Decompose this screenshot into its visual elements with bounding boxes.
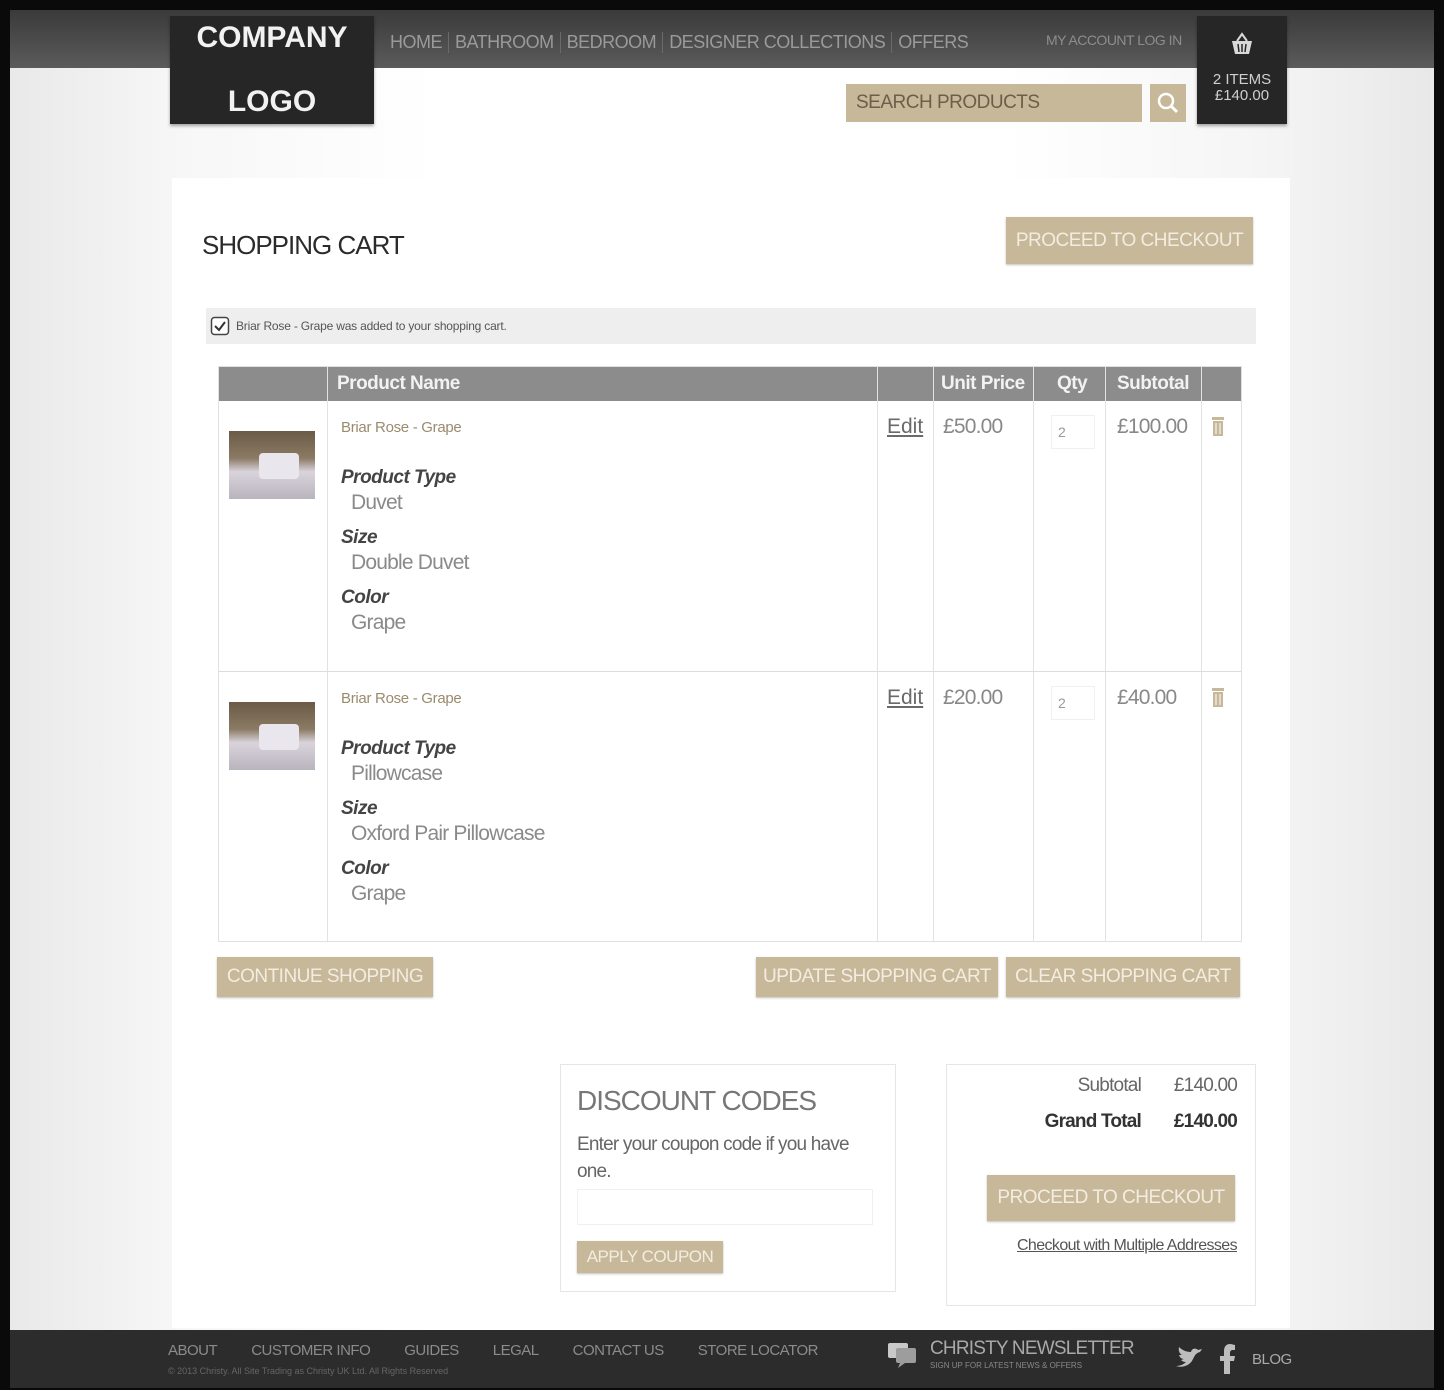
option-label: Product Type	[341, 467, 456, 488]
edit-item-link[interactable]: Edit	[887, 415, 923, 439]
grand-total-value: £140.00	[1173, 1111, 1238, 1132]
logo-line-2: LOGO	[227, 85, 317, 118]
nav-bathroom[interactable]: BATHROOM	[449, 32, 561, 53]
qty-input[interactable]	[1051, 686, 1095, 720]
newsletter-signup[interactable]: CHRISTY NEWSLETTER SIGN UP FOR LATEST NE…	[886, 1338, 1135, 1370]
option-label: Size	[341, 798, 378, 819]
unit-price: £20.00	[943, 686, 1003, 709]
column-qty: Qty	[1057, 373, 1088, 394]
blog-link[interactable]: BLOG	[1252, 1351, 1292, 1368]
facebook-icon[interactable]	[1220, 1344, 1236, 1374]
column-unit-price: Unit Price	[941, 373, 1025, 394]
discount-description: Enter your coupon code if you have one.	[577, 1134, 850, 1182]
table-row: Briar Rose - Grape Product Type Pillowca…	[219, 672, 1241, 940]
success-message: Briar Rose - Grape was added to your sho…	[206, 308, 1256, 344]
column-subtotal: Subtotal	[1117, 373, 1190, 394]
clear-cart-button[interactable]: CLEAR SHOPPING CART	[1006, 957, 1240, 997]
option-label: Product Type	[341, 738, 456, 759]
twitter-icon[interactable]	[1174, 1347, 1204, 1371]
subtotal-value: £140.00	[1173, 1075, 1238, 1096]
apply-coupon-button[interactable]: APPLY COUPON	[577, 1241, 723, 1273]
company-logo[interactable]: COMPANY LOGO	[170, 16, 374, 124]
footer: ABOUT CUSTOMER INFO GUIDES LEGAL CONTACT…	[10, 1330, 1434, 1388]
option-value: Pillowcase	[351, 762, 443, 785]
discount-title: DISCOUNT CODES	[577, 1085, 817, 1116]
nav-designer-collections[interactable]: DESIGNER COLLECTIONS	[663, 32, 893, 53]
product-name-link[interactable]: Briar Rose - Grape	[341, 690, 462, 707]
cart-total: £140.00	[1214, 87, 1270, 104]
proceed-to-checkout-button[interactable]: PROCEED TO CHECKOUT	[1006, 217, 1253, 264]
coupon-code-input[interactable]	[577, 1189, 873, 1225]
nav-home[interactable]: HOME	[384, 32, 449, 53]
nav-offers[interactable]: OFFERS	[892, 32, 974, 53]
social-links: BLOG	[1174, 1344, 1292, 1374]
search-input[interactable]	[846, 84, 1142, 122]
update-cart-button[interactable]: UPDATE SHOPPING CART	[756, 957, 998, 997]
row-subtotal: £40.00	[1117, 686, 1177, 709]
option-value: Grape	[351, 882, 406, 905]
cart-table-header: Product Name Unit Price Qty Subtotal	[219, 367, 1241, 401]
footer-link-legal[interactable]: LEGAL	[493, 1342, 539, 1359]
check-icon	[210, 316, 230, 336]
page-title: SHOPPING CART	[202, 230, 405, 260]
success-message-text: Briar Rose - Grape was added to your sho…	[236, 319, 507, 333]
proceed-to-checkout-button-bottom[interactable]: PROCEED TO CHECKOUT	[987, 1175, 1235, 1221]
subtotal-label: Subtotal	[1077, 1075, 1142, 1096]
cart-table: Product Name Unit Price Qty Subtotal Bri…	[218, 366, 1242, 942]
cart-totals-box: Subtotal £140.00 Grand Total £140.00 PRO…	[946, 1064, 1256, 1306]
trash-icon[interactable]	[1211, 415, 1225, 437]
main-nav: HOME BATHROOM BEDROOM DESIGNER COLLECTIO…	[384, 32, 974, 53]
unit-price: £50.00	[943, 415, 1003, 438]
product-name-link[interactable]: Briar Rose - Grape	[341, 419, 462, 436]
table-row: Briar Rose - Grape Product Type Duvet Si…	[219, 401, 1241, 671]
footer-link-about[interactable]: ABOUT	[168, 1342, 218, 1359]
footer-nav: ABOUT CUSTOMER INFO GUIDES LEGAL CONTACT…	[168, 1342, 818, 1359]
trash-icon[interactable]	[1211, 686, 1225, 708]
option-value: Oxford Pair Pillowcase	[351, 822, 545, 845]
option-value: Duvet	[351, 491, 403, 514]
qty-input[interactable]	[1051, 415, 1095, 449]
newsletter-subtitle: SIGN UP FOR LATEST NEWS & OFFERS	[930, 1361, 1083, 1370]
chat-icon	[888, 1343, 916, 1368]
footer-link-store-locator[interactable]: STORE LOCATOR	[698, 1342, 819, 1359]
grand-total-label: Grand Total	[1044, 1111, 1142, 1132]
logo-line-1: COMPANY	[196, 21, 348, 54]
nav-bedroom[interactable]: BEDROOM	[561, 32, 664, 53]
account-login-link[interactable]: MY ACCOUNT LOG IN	[1046, 32, 1182, 48]
basket-icon	[1232, 32, 1252, 54]
cart-item-count: 2 ITEMS	[1212, 71, 1272, 88]
copyright-text: © 2013 Christy. All Site Trading as Chri…	[168, 1366, 449, 1376]
option-value: Double Duvet	[351, 551, 469, 574]
footer-link-contact-us[interactable]: CONTACT US	[573, 1342, 665, 1359]
newsletter-title: CHRISTY NEWSLETTER	[930, 1338, 1135, 1359]
search-button[interactable]	[1150, 84, 1186, 122]
option-label: Size	[341, 527, 378, 548]
checkout-multiple-addresses-link[interactable]: Checkout with Multiple Addresses	[1017, 1237, 1238, 1255]
footer-link-customer-info[interactable]: CUSTOMER INFO	[251, 1342, 371, 1359]
discount-codes-box: DISCOUNT CODES Enter your coupon code if…	[560, 1064, 896, 1292]
option-label: Color	[341, 587, 389, 608]
mini-cart[interactable]: 2 ITEMS £140.00	[1197, 16, 1287, 124]
footer-link-guides[interactable]: GUIDES	[404, 1342, 459, 1359]
row-subtotal: £100.00	[1117, 415, 1188, 438]
column-product-name: Product Name	[337, 373, 460, 394]
continue-shopping-button[interactable]: CONTINUE SHOPPING	[217, 957, 433, 997]
option-label: Color	[341, 858, 389, 879]
edit-item-link[interactable]: Edit	[887, 686, 923, 710]
search-icon	[1157, 92, 1179, 114]
product-thumbnail[interactable]	[229, 702, 315, 770]
option-value: Grape	[351, 611, 406, 634]
product-thumbnail[interactable]	[229, 431, 315, 499]
